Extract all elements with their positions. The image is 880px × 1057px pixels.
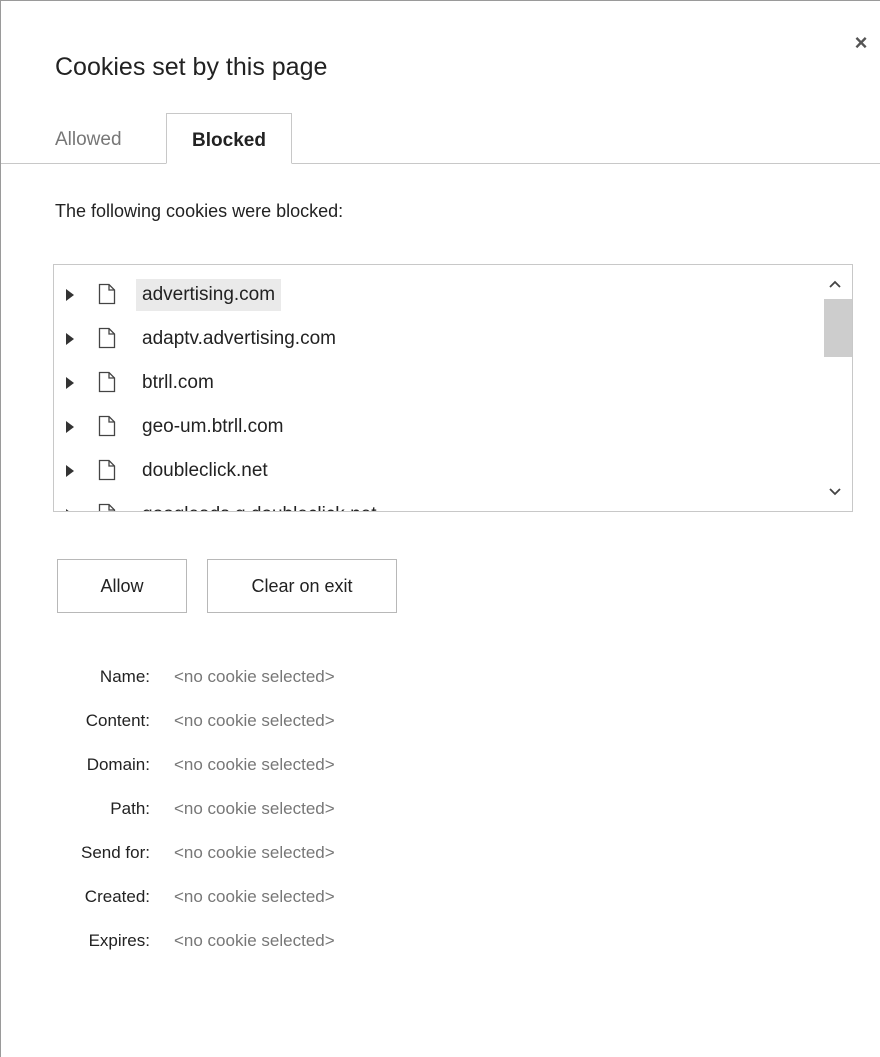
detail-key: Created: xyxy=(84,887,150,906)
scrollbar-thumb[interactable] xyxy=(824,299,852,357)
tree-row[interactable]: doubleclick.net xyxy=(54,451,814,491)
blocked-description: The following cookies were blocked: xyxy=(55,201,344,221)
detail-value: <no cookie selected> xyxy=(174,667,335,686)
cookie-domain-label[interactable]: doubleclick.net xyxy=(136,455,274,487)
detail-row-name: Name: <no cookie selected> xyxy=(1,667,880,697)
cookie-domain-label[interactable]: btrll.com xyxy=(136,367,220,399)
detail-key: Content: xyxy=(85,711,150,730)
detail-value: <no cookie selected> xyxy=(174,799,335,818)
detail-row-send-for: Send for: <no cookie selected> xyxy=(1,843,880,873)
detail-value: <no cookie selected> xyxy=(174,755,335,774)
detail-key: Domain: xyxy=(86,755,150,774)
dialog-title: Cookies set by this page xyxy=(55,53,328,81)
detail-value: <no cookie selected> xyxy=(174,711,335,730)
file-icon xyxy=(98,283,116,305)
cookies-dialog: × Cookies set by this page Allowed Block… xyxy=(0,0,880,1057)
tree-row[interactable]: googleads.g.doubleclick.net xyxy=(54,495,814,511)
cookie-tree: advertising.com adaptv.advertising.com b… xyxy=(53,264,853,512)
expand-arrow-icon[interactable] xyxy=(66,421,74,433)
expand-arrow-icon[interactable] xyxy=(66,465,74,477)
file-icon xyxy=(98,415,116,437)
file-icon xyxy=(98,503,116,511)
detail-row-path: Path: <no cookie selected> xyxy=(1,799,880,829)
expand-arrow-icon[interactable] xyxy=(66,509,74,511)
tree-row[interactable]: geo-um.btrll.com xyxy=(54,407,814,447)
detail-row-domain: Domain: <no cookie selected> xyxy=(1,755,880,785)
file-icon xyxy=(98,459,116,481)
tree-row[interactable]: adaptv.advertising.com xyxy=(54,319,814,359)
cookie-domain-label[interactable]: adaptv.advertising.com xyxy=(136,323,342,355)
list-scrollbar[interactable] xyxy=(818,265,852,511)
detail-value: <no cookie selected> xyxy=(174,843,335,862)
expand-arrow-icon[interactable] xyxy=(66,377,74,389)
detail-key: Send for: xyxy=(81,843,150,862)
file-icon xyxy=(98,371,116,393)
tree-row[interactable]: advertising.com xyxy=(54,275,814,315)
detail-value: <no cookie selected> xyxy=(174,887,335,906)
clear-on-exit-button[interactable]: Clear on exit xyxy=(207,559,397,613)
cookie-domain-label[interactable]: googleads.g.doubleclick.net xyxy=(136,499,383,511)
expand-arrow-icon[interactable] xyxy=(66,333,74,345)
detail-row-created: Created: <no cookie selected> xyxy=(1,887,880,917)
file-icon xyxy=(98,327,116,349)
detail-row-expires: Expires: <no cookie selected> xyxy=(1,931,880,961)
allow-button[interactable]: Allow xyxy=(57,559,187,613)
tree-row[interactable]: btrll.com xyxy=(54,363,814,403)
close-icon[interactable]: × xyxy=(849,31,873,55)
detail-row-content: Content: <no cookie selected> xyxy=(1,711,880,741)
expand-arrow-icon[interactable] xyxy=(66,289,74,301)
detail-value: <no cookie selected> xyxy=(174,931,335,950)
tab-allowed[interactable]: Allowed xyxy=(55,113,122,163)
cookie-domain-label[interactable]: advertising.com xyxy=(136,279,282,311)
tab-blocked[interactable]: Blocked xyxy=(166,113,292,164)
chevron-down-icon[interactable] xyxy=(826,483,844,501)
cookie-domain-label[interactable]: geo-um.btrll.com xyxy=(136,411,290,443)
chevron-up-icon[interactable] xyxy=(826,275,844,293)
detail-key: Expires: xyxy=(88,931,150,950)
tab-bar: Allowed Blocked xyxy=(1,113,880,164)
detail-key: Name: xyxy=(99,667,150,686)
detail-key: Path: xyxy=(110,799,150,818)
